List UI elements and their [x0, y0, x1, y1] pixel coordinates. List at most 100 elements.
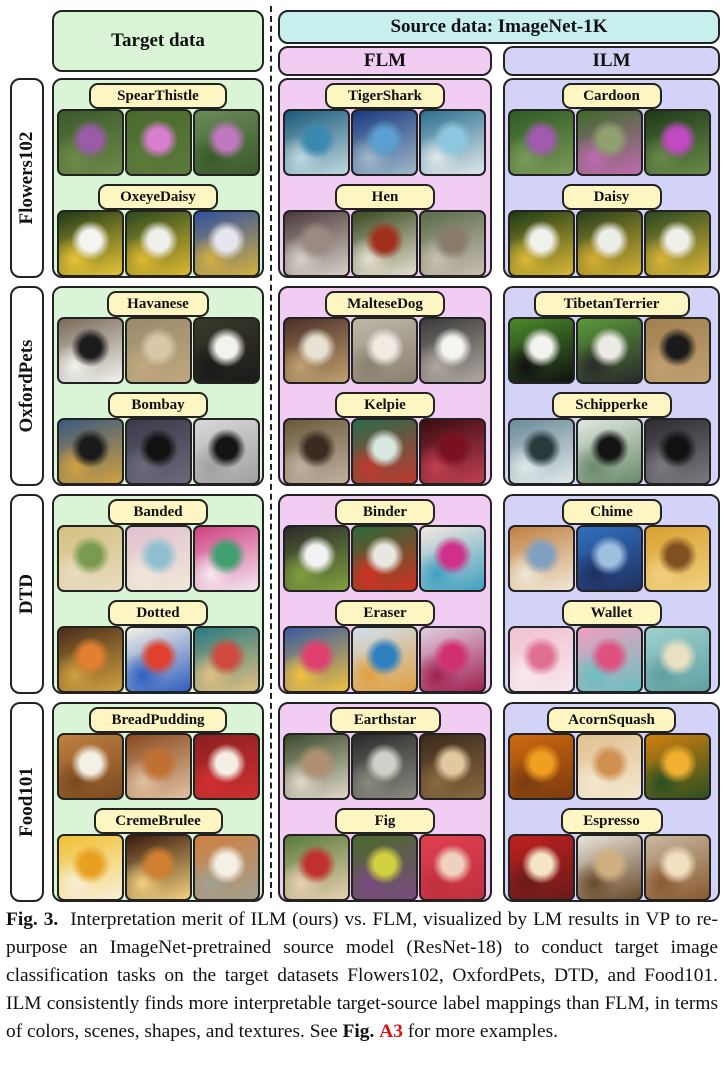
row-label-flowers102: Flowers102: [10, 78, 44, 278]
example-image: [351, 210, 418, 277]
caption-ref-bold: Fig.: [342, 1021, 375, 1042]
class-label-daisy: Daisy: [561, 184, 662, 210]
example-image: [576, 834, 643, 901]
example-image: [576, 626, 643, 693]
row-label-food101: Food101: [10, 702, 44, 902]
example-image: [57, 418, 124, 485]
example-image: [57, 626, 124, 693]
class-label-cardoon: Cardoon: [561, 83, 662, 109]
example-image: [576, 525, 643, 592]
example-image: [508, 210, 575, 277]
figure-caption: Fig. 3. Interpretation merit of ILM (our…: [6, 906, 718, 1046]
example-image: [508, 418, 575, 485]
example-image: [57, 210, 124, 277]
class-label-cremebrulee: CremeBrulee: [93, 808, 223, 834]
example-image: [125, 210, 192, 277]
example-image: [576, 210, 643, 277]
example-image: [283, 626, 350, 693]
example-image: [351, 733, 418, 800]
example-image: [125, 418, 192, 485]
example-image: [193, 525, 260, 592]
example-image: [644, 733, 711, 800]
example-image: [419, 626, 486, 693]
example-image: [576, 733, 643, 800]
example-image: [419, 317, 486, 384]
example-image: [125, 733, 192, 800]
header-ilm: ILM: [503, 46, 720, 76]
example-image: [576, 418, 643, 485]
example-image: [193, 109, 260, 176]
example-image: [125, 317, 192, 384]
class-label-kelpie: Kelpie: [335, 392, 435, 418]
class-label-banded: Banded: [108, 499, 208, 525]
row-label-text: Food101: [16, 767, 37, 837]
class-label-wallet: Wallet: [561, 600, 662, 626]
class-label-maltesedog: MalteseDog: [325, 291, 445, 317]
example-image: [419, 834, 486, 901]
example-image: [57, 317, 124, 384]
class-label-havanese: Havanese: [107, 291, 209, 317]
example-image: [644, 317, 711, 384]
source-divider-dashed: [270, 6, 272, 898]
caption-suffix: for more examples.: [407, 1021, 558, 1042]
example-image: [419, 109, 486, 176]
example-image: [193, 626, 260, 693]
example-image: [508, 626, 575, 693]
example-image: [508, 317, 575, 384]
class-label-tigershark: TigerShark: [325, 83, 445, 109]
example-image: [351, 834, 418, 901]
example-image: [508, 733, 575, 800]
class-label-binder: Binder: [335, 499, 435, 525]
example-image: [351, 317, 418, 384]
example-image: [644, 525, 711, 592]
example-image: [283, 733, 350, 800]
example-image: [644, 109, 711, 176]
example-image: [125, 109, 192, 176]
example-image: [419, 418, 486, 485]
example-image: [57, 733, 124, 800]
example-image: [193, 834, 260, 901]
example-image: [351, 626, 418, 693]
class-label-tibetanterrier: TibetanTerrier: [533, 291, 690, 317]
example-image: [351, 418, 418, 485]
example-image: [508, 109, 575, 176]
example-image: [57, 834, 124, 901]
example-image: [57, 525, 124, 592]
row-label-text: OxfordPets: [16, 339, 37, 433]
example-image: [351, 109, 418, 176]
class-label-chime: Chime: [561, 499, 662, 525]
class-label-fig: Fig: [335, 808, 435, 834]
row-label-text: Flowers102: [16, 131, 37, 225]
example-image: [644, 834, 711, 901]
example-image: [283, 525, 350, 592]
class-label-eraser: Eraser: [335, 600, 435, 626]
class-label-schipperke: Schipperke: [551, 392, 672, 418]
example-image: [125, 626, 192, 693]
example-image: [508, 834, 575, 901]
example-image: [419, 733, 486, 800]
example-image: [193, 733, 260, 800]
example-image: [419, 525, 486, 592]
row-label-text: DTD: [16, 573, 37, 615]
class-label-breadpudding: BreadPudding: [89, 707, 227, 733]
caption-prefix: Fig. 3.: [6, 909, 59, 930]
example-image: [644, 210, 711, 277]
example-image: [125, 525, 192, 592]
class-label-espresso: Espresso: [560, 808, 663, 834]
row-label-oxfordpets: OxfordPets: [10, 286, 44, 486]
example-image: [283, 210, 350, 277]
header-flm: FLM: [278, 46, 492, 76]
class-label-bombay: Bombay: [108, 392, 208, 418]
example-image: [644, 418, 711, 485]
example-image: [644, 626, 711, 693]
example-image: [57, 109, 124, 176]
caption-ref-link[interactable]: A3: [379, 1021, 403, 1042]
example-image: [193, 418, 260, 485]
header-target-data: Target data: [52, 10, 264, 72]
row-label-dtd: DTD: [10, 494, 44, 694]
example-image: [576, 109, 643, 176]
example-image: [351, 525, 418, 592]
example-image: [193, 210, 260, 277]
class-label-hen: Hen: [335, 184, 435, 210]
example-image: [419, 210, 486, 277]
